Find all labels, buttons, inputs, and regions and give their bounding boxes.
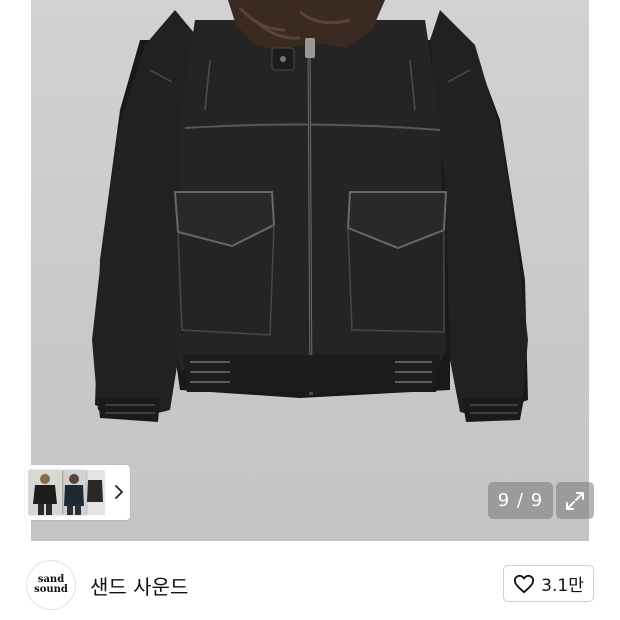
expand-button[interactable] [556,482,594,519]
store-name[interactable]: 샌드 사운드 [90,571,188,600]
heart-outline-icon [514,574,535,593]
expand-icon [566,491,584,510]
thumbnail-image [85,470,105,515]
thumbnail-item[interactable] [62,470,86,515]
like-count: 3.1만 [541,576,584,596]
store-logo-line2: sound [34,584,68,595]
store-logo[interactable]: sand sound [26,560,76,610]
thumbnail-next-button[interactable] [109,481,129,503]
thumbnail-item[interactable] [85,470,105,515]
store-bar: sand sound 샌드 사운드 3.1만 [0,541,620,620]
chevron-right-icon [115,485,123,499]
product-image[interactable] [0,0,620,541]
like-button[interactable]: 3.1만 [503,565,594,602]
thumbnail-image [28,470,62,515]
product-gallery[interactable]: 9 / 9 [0,0,620,541]
page-counter: 9 / 9 [488,482,553,519]
thumbnail-strip[interactable] [25,465,130,520]
thumbnail-image [62,470,86,515]
thumbnail-item[interactable] [28,470,62,515]
